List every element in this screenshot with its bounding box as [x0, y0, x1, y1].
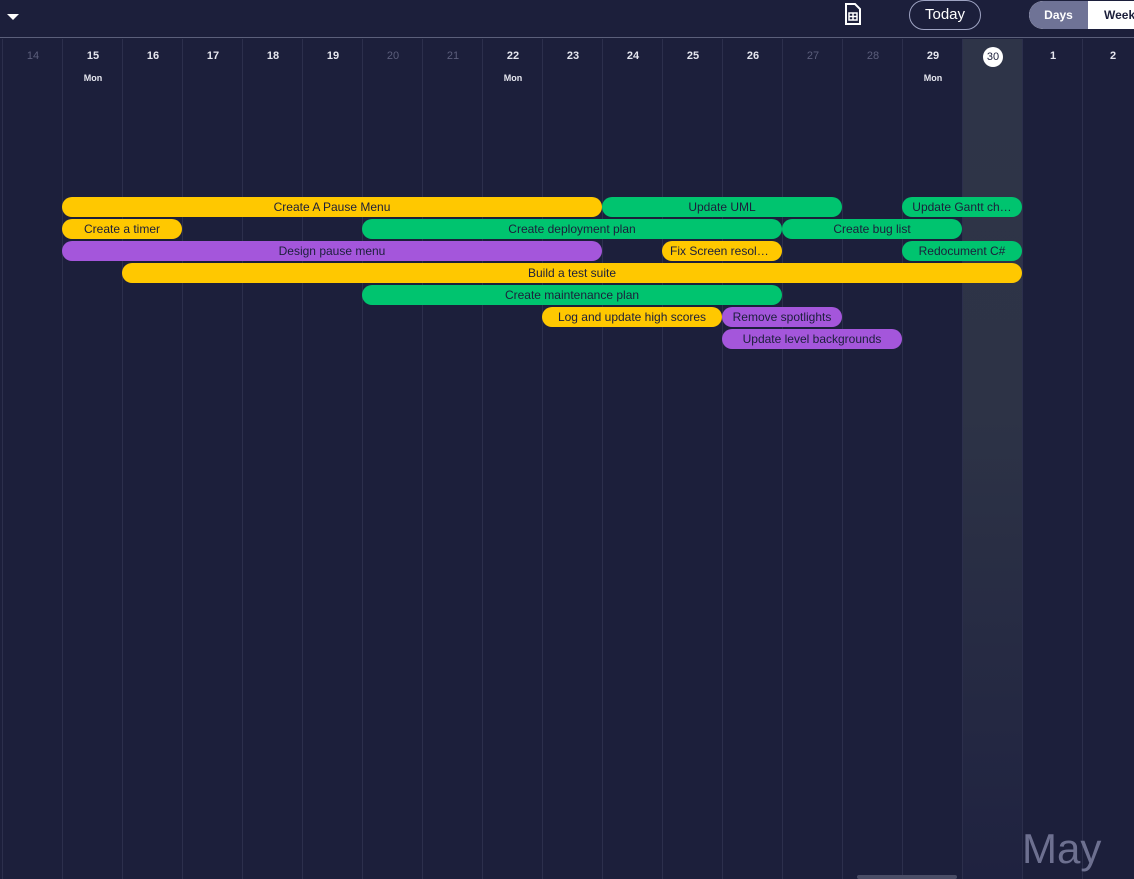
- day-number: 18: [266, 50, 280, 62]
- weekday-label: Mon: [503, 73, 523, 83]
- task-bar[interactable]: Create A Pause Menu: [62, 197, 602, 217]
- day-number: 17: [206, 50, 220, 62]
- weeks-view-button[interactable]: Weeks: [1088, 1, 1134, 29]
- task-bar[interactable]: Create bug list: [782, 219, 962, 239]
- task-bar[interactable]: Fix Screen resolu…: [662, 241, 782, 261]
- day-number: 24: [626, 50, 640, 62]
- day-column: 30: [962, 39, 1022, 879]
- day-number: 28: [866, 50, 880, 62]
- today-button[interactable]: Today: [909, 0, 981, 30]
- weekday-label: Mon: [923, 73, 943, 83]
- task-bar[interactable]: Remove spotlights: [722, 307, 842, 327]
- day-column: 27: [782, 39, 842, 879]
- day-number: 25: [686, 50, 700, 62]
- days-view-button[interactable]: Days: [1029, 1, 1088, 29]
- task-bar[interactable]: Create deployment plan: [362, 219, 782, 239]
- day-column: 22 Mon: [482, 39, 542, 879]
- day-column: 26: [722, 39, 782, 879]
- task-bar[interactable]: Update level backgrounds: [722, 329, 902, 349]
- day-number: 23: [566, 50, 580, 62]
- day-number: 1: [1049, 50, 1057, 62]
- task-bar[interactable]: Create a timer: [62, 219, 182, 239]
- day-column: 28: [842, 39, 902, 879]
- day-column: 2: [1082, 39, 1134, 879]
- day-column: 23: [542, 39, 602, 879]
- day-column: 18: [242, 39, 302, 879]
- task-bar[interactable]: Log and update high scores: [542, 307, 722, 327]
- task-bar[interactable]: Redocument C#: [902, 241, 1022, 261]
- view-toggle: Days Weeks: [1029, 1, 1134, 29]
- task-bar[interactable]: Update UML: [602, 197, 842, 217]
- day-number: 14: [26, 50, 40, 62]
- toolbar: Today Days Weeks: [0, 0, 1134, 38]
- day-number: 2: [1109, 50, 1117, 62]
- day-column: 21: [422, 39, 482, 879]
- day-column: 15 Mon: [62, 39, 122, 879]
- spreadsheet-export-icon[interactable]: [843, 3, 863, 25]
- day-column: 17: [182, 39, 242, 879]
- gantt-view: Today Days Weeks 1415Mon16171819202122Mo…: [0, 0, 1134, 879]
- day-column: 25: [662, 39, 722, 879]
- day-column: 20: [362, 39, 422, 879]
- day-number: 20: [386, 50, 400, 62]
- day-column: 19: [302, 39, 362, 879]
- horizontal-scrollbar[interactable]: [857, 875, 957, 879]
- day-number: 29: [926, 50, 940, 62]
- timeline-grid: 14 15 Mon 16 17 18 19 20 21 22 Mon 23 24 25 26 27 28 29 Mo…: [0, 39, 1134, 879]
- task-bar[interactable]: Update Gantt ch…: [902, 197, 1022, 217]
- weekday-label: Mon: [83, 73, 103, 83]
- task-bar[interactable]: Create maintenance plan: [362, 285, 782, 305]
- today-date-badge: 30: [983, 47, 1003, 67]
- day-number: 19: [326, 50, 340, 62]
- day-column: 29 Mon: [902, 39, 962, 879]
- day-column: 14: [2, 39, 62, 879]
- day-column: 16: [122, 39, 182, 879]
- day-column: 24: [602, 39, 662, 879]
- day-number: 26: [746, 50, 760, 62]
- day-number: 22: [506, 50, 520, 62]
- day-number: 15: [86, 50, 100, 62]
- task-bar[interactable]: Build a test suite: [122, 263, 1022, 283]
- month-label: May: [1022, 825, 1102, 872]
- task-bar[interactable]: Design pause menu: [62, 241, 602, 261]
- caret-down-icon[interactable]: [6, 10, 20, 24]
- day-column: 1: [1022, 39, 1082, 879]
- day-number: 27: [806, 50, 820, 62]
- day-number: 21: [446, 50, 460, 62]
- day-number: 16: [146, 50, 160, 62]
